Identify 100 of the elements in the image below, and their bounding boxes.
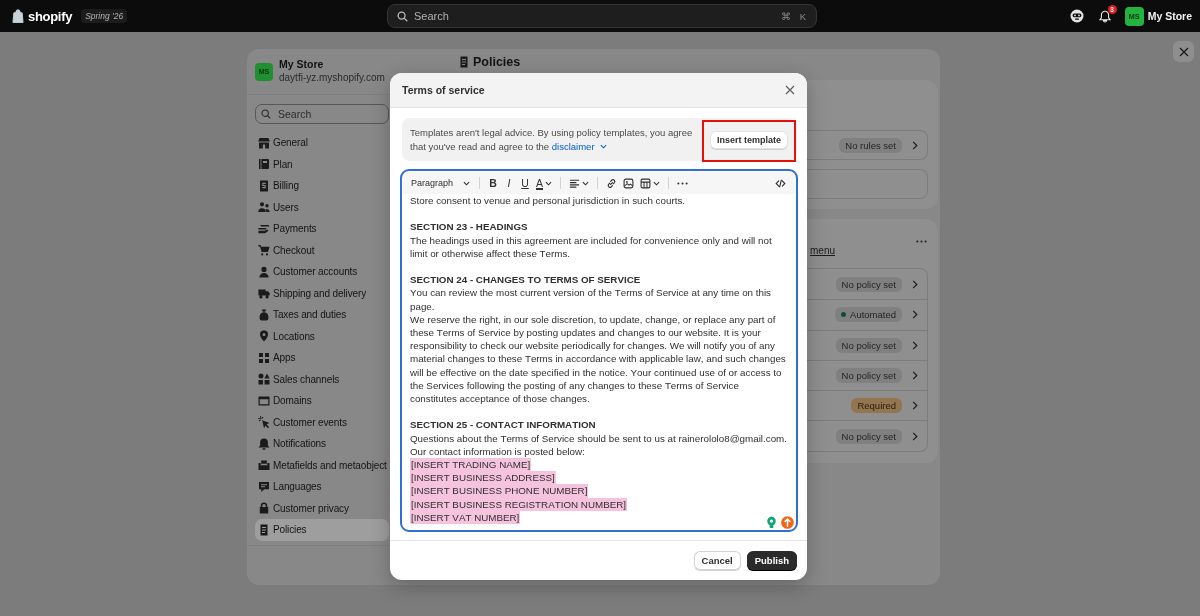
- close-button[interactable]: [1173, 41, 1194, 62]
- menu-link[interactable]: menu: [810, 245, 835, 257]
- paragraph-text: Store consent to venue and personal jurisdiction in such courts.: [410, 194, 687, 208]
- paragraph-text: You can review the most current version of the Terms of Service at any time on this page.: [410, 286, 772, 313]
- sidebar-item[interactable]: Billing: [255, 175, 389, 197]
- chevron-down-icon: [582, 180, 590, 186]
- more-icon: [915, 239, 927, 243]
- close-icon: [1178, 46, 1189, 57]
- sidebar-item[interactable]: Users: [255, 196, 389, 218]
- search-icon: [261, 109, 271, 119]
- cancel-button[interactable]: Cancel: [693, 551, 741, 570]
- notebook-icon: [258, 158, 270, 171]
- sidebar-item[interactable]: General: [255, 132, 389, 154]
- paragraph-text: We reserve the right, in our sole discretion, to update, change, or replace any part of these Terms of Service by posting updates and changes to our website. It is your responsibility to check our website periodically for changes. We will notify you of any material changes to these Terms in accordance with applicable law, and such changes will be effective on the date specified in the notice. Your continued use of or access to the Services following the posting of any changes to these Terms of Service constitutes acceptance of those changes.: [410, 312, 787, 406]
- status-text: No rules set: [845, 138, 896, 152]
- chevron-right-icon: [912, 431, 918, 441]
- search-icon: [397, 10, 408, 22]
- disclaimer-link[interactable]: disclaimer: [551, 139, 607, 154]
- robot-icon[interactable]: [1069, 9, 1084, 23]
- sidebar-item[interactable]: Metafields and metaobject: [255, 454, 389, 476]
- bell-icon: [258, 437, 270, 450]
- sidebar-item[interactable]: Notifications: [255, 433, 389, 455]
- status-text: No policy set: [841, 429, 896, 443]
- store-name[interactable]: My Store: [1147, 10, 1192, 22]
- sidebar-item[interactable]: Sales channels: [255, 368, 389, 390]
- underline-button[interactable]: U: [517, 174, 534, 192]
- status-text: No policy set: [841, 338, 896, 352]
- sidebar-item[interactable]: Apps: [255, 347, 389, 369]
- image-icon: [623, 177, 635, 189]
- sidebar-item[interactable]: Taxes and duties: [255, 304, 389, 326]
- sidebar-item[interactable]: Customer accounts: [255, 261, 389, 283]
- bell-icon[interactable]: [1098, 9, 1111, 23]
- text-editor[interactable]: [400, 169, 798, 532]
- italic-button[interactable]: I: [501, 174, 518, 192]
- sidebar-item[interactable]: Customer events: [255, 411, 389, 433]
- publish-button[interactable]: Publish: [746, 551, 797, 570]
- policy-row[interactable]: No policy set: [807, 420, 927, 451]
- tray-icon: [258, 459, 270, 472]
- sidebar-item[interactable]: Policies: [255, 519, 389, 541]
- sidebar-item[interactable]: Customer privacy: [255, 497, 389, 519]
- paragraph-dropdown[interactable]: Paragraph: [407, 174, 475, 192]
- code-icon: [775, 177, 786, 189]
- chevron-right-icon: [912, 340, 918, 350]
- highlighted-placeholder-text: [INSERT BUSINESS ADDRESS]: [410, 471, 556, 485]
- table-icon: [640, 177, 652, 189]
- dialog-title: Terms of service: [402, 84, 485, 96]
- policy-row[interactable]: No policy set: [807, 359, 927, 391]
- paragraph-text: The headings used in this agreement are included for convenience only and will not limit or otherwise affect these Terms.: [410, 233, 773, 260]
- shapes-icon: [258, 373, 270, 386]
- status-text: No policy set: [841, 369, 896, 383]
- logo-wordmark[interactable]: shopify: [28, 8, 73, 24]
- chevron-down-icon: [463, 180, 471, 186]
- sidebar-item[interactable]: Shipping and delivery: [255, 282, 389, 304]
- paragraph-text: Questions about the Terms of Service should be sent to us at rainerololo8@gmail.com. Our contact information is posted below:: [410, 431, 788, 458]
- policy-row[interactable]: Required: [807, 390, 927, 421]
- shortcut-key: ⌘: [780, 10, 791, 22]
- search-field[interactable]: Search: [255, 104, 389, 124]
- browser-icon: [258, 394, 270, 407]
- sparkle-cursor-icon: [258, 416, 270, 429]
- edition-badge: Spring '26: [81, 9, 128, 23]
- highlighted-placeholder-text: [INSERT TRADING NAME]: [410, 458, 532, 472]
- section-heading: SECTION 25 - CONTACT INFORMATION: [410, 418, 597, 432]
- close-icon: [785, 85, 795, 95]
- policy-row[interactable]: Automated: [807, 299, 927, 330]
- align-left-icon: [569, 177, 581, 189]
- chevron-right-icon: [912, 279, 918, 289]
- speech-bubble-icon: [258, 480, 270, 493]
- status-dot-icon: [841, 312, 847, 318]
- sidebar-item[interactable]: Domains: [255, 390, 389, 412]
- store-name: My Store: [279, 58, 325, 71]
- hand-card-icon: [258, 222, 270, 235]
- bold-button[interactable]: B: [485, 174, 502, 192]
- shopping-bag-icon[interactable]: [12, 9, 24, 23]
- store-icon: [258, 136, 270, 149]
- sidebar-item[interactable]: Checkout: [255, 239, 389, 261]
- text-color-button[interactable]: A: [533, 174, 556, 192]
- shortcut-key: K: [799, 10, 806, 22]
- dollar-document-icon: [258, 179, 270, 192]
- truck-icon: [258, 287, 270, 300]
- notice-text: Templates aren't legal advice. By using policy templates, you agree that you've read and agree to the disclaimer: [410, 125, 694, 154]
- store-domain: daytfi-yz.myshopify.com: [279, 71, 385, 85]
- policy-row[interactable]: No policy set: [807, 329, 927, 360]
- sidebar-item[interactable]: Payments: [255, 218, 389, 240]
- arrow-up-icon[interactable]: [781, 516, 794, 529]
- document-icon: [258, 523, 270, 536]
- settings-row[interactable]: No rules set: [807, 130, 928, 160]
- person-icon: [258, 265, 270, 278]
- policy-row[interactable]: No policy set: [807, 269, 927, 300]
- sidebar-item[interactable]: Plan: [255, 153, 389, 175]
- more-actions-button[interactable]: [914, 237, 928, 245]
- sidebar-item[interactable]: Languages: [255, 476, 389, 498]
- cart-icon: [258, 244, 270, 257]
- insert-template-button[interactable]: Insert template: [709, 130, 788, 149]
- location-pin-icon: [258, 330, 270, 343]
- chevron-down-icon: [545, 180, 553, 186]
- sidebar-item[interactable]: Locations: [255, 325, 389, 347]
- more-icon: [677, 181, 689, 185]
- lightbulb-icon[interactable]: [765, 516, 778, 529]
- status-text: Required: [857, 399, 896, 413]
- status-text: No policy set: [841, 277, 896, 291]
